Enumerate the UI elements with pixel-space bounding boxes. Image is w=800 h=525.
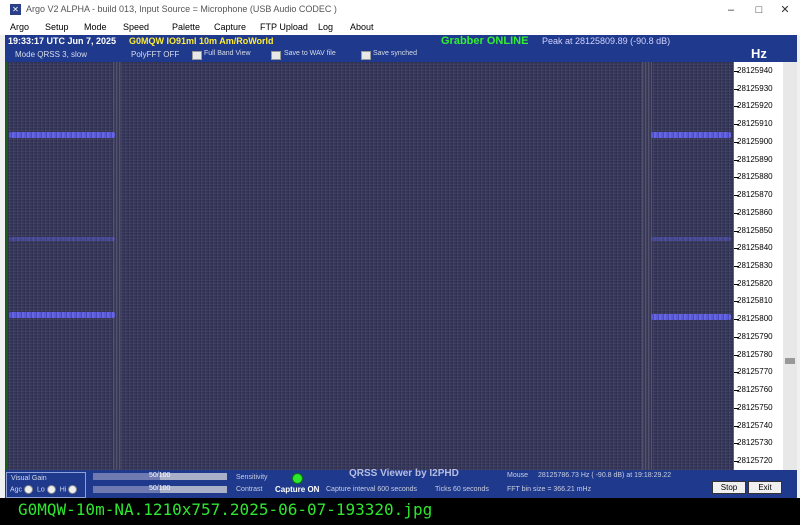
scale-label: 28125740 (737, 421, 773, 430)
visual-gain-group: Visual Gain Agc Lo Hi (6, 472, 86, 498)
gain-value: 50/100 (149, 472, 171, 479)
scale-label: 28125920 (737, 101, 773, 110)
scroll-thumb[interactable] (785, 358, 795, 364)
minimize-icon[interactable]: – (718, 0, 744, 20)
grabber-status: Grabber ONLINE (441, 35, 529, 47)
save-wav-checkbox[interactable] (271, 51, 281, 60)
noise-band (113, 62, 121, 470)
scale-label: 28125800 (737, 314, 773, 323)
signal-trace (651, 314, 731, 320)
lo-radio[interactable] (46, 485, 56, 494)
menu-about[interactable]: About (350, 22, 374, 32)
scale-label: 28125940 (737, 66, 773, 75)
save-wav-label: Save to WAV file (284, 50, 336, 57)
menu-log[interactable]: Log (318, 22, 333, 32)
agc-radio[interactable] (24, 485, 34, 494)
exit-button[interactable]: Exit (748, 481, 782, 494)
full-band-view-label: Full Band View (204, 50, 251, 57)
waterfall-display[interactable] (5, 62, 733, 470)
app-icon: ✕ (10, 4, 21, 15)
fft-bin-size: FFT bin size = 366.21 mHz (507, 486, 592, 493)
argo-window: ✕ Argo V2 ALPHA - build 013, Input Sourc… (0, 0, 800, 498)
scale-label: 28125770 (737, 367, 773, 376)
contrast-slider[interactable]: 50/100 (93, 485, 227, 493)
hi-radio[interactable] (68, 485, 78, 494)
scale-label: 28125780 (737, 350, 773, 359)
scale-label: 28125890 (737, 155, 773, 164)
signal-trace (9, 132, 115, 138)
scale-label: 28125830 (737, 261, 773, 270)
contrast-value: 50/100 (149, 485, 171, 492)
signal-trace (651, 132, 731, 138)
hi-label: Hi (59, 486, 67, 494)
window-title: Argo V2 ALPHA - build 013, Input Source … (26, 4, 337, 14)
capture-status: Capture ON (275, 485, 320, 494)
scale-label: 28125790 (737, 332, 773, 341)
menu-setup[interactable]: Setup (45, 22, 69, 32)
close-icon[interactable]: ✕ (772, 0, 798, 20)
scale-label: 28125850 (737, 226, 773, 235)
control-panel: Visual Gain Agc Lo Hi 50/100 50/100 Sens… (5, 468, 797, 498)
menu-palette[interactable]: Palette (172, 22, 200, 32)
menu-argo[interactable]: Argo (10, 22, 29, 32)
capture-led-icon (292, 473, 303, 484)
mouse-readout: 28125786.73 Hz ( -90.8 dB) at 19:18:29.2… (538, 472, 672, 479)
scale-label: 28125720 (737, 456, 773, 465)
stop-button[interactable]: Stop (712, 481, 746, 494)
scale-label: 28125880 (737, 172, 773, 181)
noise-band (642, 62, 652, 470)
scale-label: 28125930 (737, 84, 773, 93)
options-row: Mode QRSS 3, slow PolyFFT OFF Full Band … (5, 46, 797, 62)
viewer-credit: QRSS Viewer by I2PHD (349, 468, 459, 479)
contrast-label: Contrast (236, 486, 263, 493)
save-synched-checkbox[interactable] (361, 51, 371, 60)
title-bar: ✕ Argo V2 ALPHA - build 013, Input Sourc… (0, 0, 800, 20)
scale-label: 28125840 (737, 243, 773, 252)
peak-readout: Peak at 28125809.89 (-90.8 dB) (542, 36, 671, 46)
scale-label: 28125900 (737, 137, 773, 146)
lo-label: Lo (37, 486, 45, 494)
scale-label: 28125860 (737, 208, 773, 217)
filename-text: G0MQW-10m-NA.1210x757.2025-06-07-193320.… (18, 500, 433, 519)
menu-ftp-upload[interactable]: FTP Upload (260, 22, 308, 32)
status-header: 19:33:17 UTC Jun 7, 2025 G0MQW IO91ml 10… (5, 35, 797, 49)
menu-bar: Argo Setup Mode Speed Palette Capture FT… (0, 20, 800, 35)
menu-speed[interactable]: Speed (123, 22, 149, 32)
scale-label: 28125820 (737, 279, 773, 288)
frequency-scale: 28125940 28125930 28125920 28125910 28125900… (733, 62, 784, 470)
mode-label: Mode QRSS 3, slow (15, 50, 88, 59)
signal-trace (9, 237, 115, 241)
hz-unit: Hz (751, 46, 767, 61)
signal-trace (9, 312, 115, 318)
gain-slider[interactable]: 50/100 (93, 472, 227, 480)
waterfall-edge (5, 62, 8, 470)
station-callsign: G0MQW IO91ml 10m Am/RoWorld (129, 36, 274, 46)
scale-label: 28125730 (737, 438, 773, 447)
visual-gain-label: Visual Gain (11, 475, 47, 482)
scale-label: 28125870 (737, 190, 773, 199)
scale-label: 28125750 (737, 403, 773, 412)
signal-trace (651, 237, 731, 241)
maximize-icon[interactable]: □ (746, 0, 772, 20)
scale-label: 28125810 (737, 296, 773, 305)
ticks-interval: Ticks 60 seconds (435, 486, 489, 493)
mouse-label: Mouse (507, 472, 529, 479)
scale-label: 28125910 (737, 119, 773, 128)
scale-label: 28125760 (737, 385, 773, 394)
vertical-scrollbar[interactable] (783, 62, 797, 470)
polyfft-label: PolyFFT OFF (131, 50, 180, 59)
capture-interval: Capture interval 600 seconds (326, 486, 418, 493)
menu-mode[interactable]: Mode (84, 22, 107, 32)
sensitivity-label: Sensitivity (236, 474, 268, 481)
gain-radio-row: Agc Lo Hi (10, 485, 79, 494)
filename-banner: G0MQW-10m-NA.1210x757.2025-06-07-193320.… (0, 498, 800, 525)
full-band-view-checkbox[interactable] (192, 51, 202, 60)
agc-label: Agc (10, 486, 23, 494)
menu-capture[interactable]: Capture (214, 22, 246, 32)
utc-time: 19:33:17 UTC Jun 7, 2025 (8, 36, 117, 46)
save-synched-label: Save synched (373, 50, 417, 57)
